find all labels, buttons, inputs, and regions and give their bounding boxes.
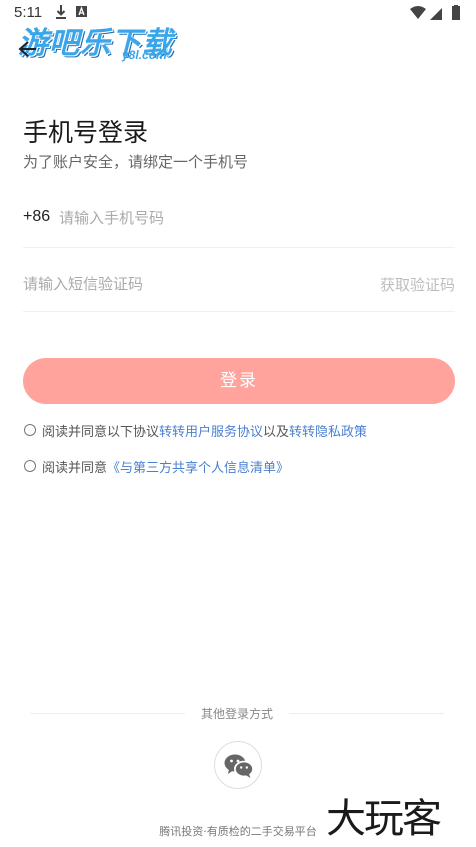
third-party-prefix: 阅读并同意 bbox=[42, 461, 108, 476]
sms-code-input[interactable] bbox=[23, 270, 323, 298]
watermark-logo: 游吧乐下载 y8l.com bbox=[18, 18, 188, 64]
page-subtitle: 为了账户安全，请绑定一个手机号 bbox=[23, 153, 249, 171]
country-code[interactable]: +86 bbox=[23, 208, 50, 226]
wechat-login-button[interactable] bbox=[214, 741, 262, 789]
privacy-policy-link[interactable]: 转转隐私政策 bbox=[289, 425, 367, 440]
download-icon bbox=[56, 5, 66, 19]
terms-text: 阅读并同意以下协议转转用户服务协议以及转转隐私政策 bbox=[42, 421, 367, 440]
page-title: 手机号登录 bbox=[23, 118, 149, 147]
third-party-text: 阅读并同意《与第三方共享个人信息清单》 bbox=[42, 457, 289, 476]
login-button[interactable]: 登录 bbox=[23, 358, 455, 404]
code-row: 获取验证码 bbox=[23, 258, 455, 312]
wifi-signal-battery-icon bbox=[410, 5, 460, 20]
wechat-icon bbox=[224, 754, 254, 778]
back-arrow-icon[interactable] bbox=[16, 38, 38, 60]
third-party-radio[interactable] bbox=[24, 460, 36, 472]
terms-prefix: 阅读并同意以下协议 bbox=[42, 425, 160, 440]
get-code-button[interactable]: 获取验证码 bbox=[380, 274, 455, 295]
terms-middle: 以及 bbox=[263, 425, 290, 440]
phone-input[interactable] bbox=[59, 204, 439, 232]
terms-radio[interactable] bbox=[24, 424, 36, 436]
divider-line-right bbox=[289, 713, 444, 714]
user-service-agreement-link[interactable]: 转转用户服务协议 bbox=[159, 425, 263, 440]
app-notification-icon bbox=[76, 6, 87, 17]
watermark-sub-text: y8l.com bbox=[122, 48, 167, 62]
corner-brand-watermark: 大玩客 bbox=[326, 796, 442, 842]
third-party-list-link[interactable]: 《与第三方共享个人信息清单》 bbox=[107, 461, 289, 476]
other-login-divider: 其他登录方式 bbox=[30, 705, 444, 721]
phone-row: +86 bbox=[23, 194, 455, 248]
